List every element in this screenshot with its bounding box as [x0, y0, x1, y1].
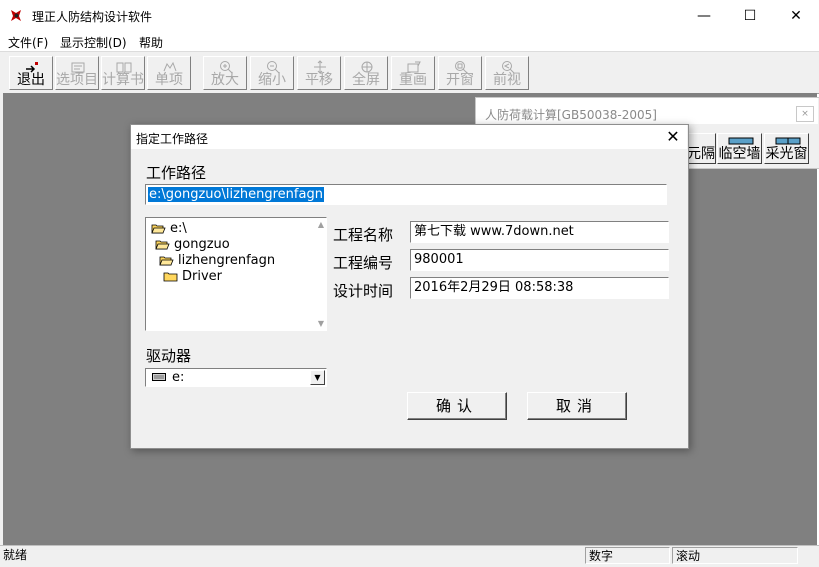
toolbar-label: 缩小 — [258, 72, 286, 88]
menu-help[interactable]: 帮助 — [139, 34, 163, 51]
work-path-input[interactable]: e:\gongzuo\lizhengrenfagn — [145, 184, 667, 205]
status-num: 数字 — [585, 547, 670, 564]
pan-button[interactable]: 平移 — [297, 56, 341, 90]
design-time-label: 设计时间 — [333, 282, 394, 300]
previous-view-button[interactable]: 前视 — [485, 56, 529, 90]
window-icon — [775, 137, 801, 145]
child-button-label: 临空墙 — [718, 146, 761, 162]
minimize-button[interactable]: — — [681, 0, 727, 31]
work-path-label: 工作路径 — [146, 164, 207, 182]
chevron-down-icon[interactable]: ▼ — [310, 370, 325, 385]
load-calc-window-title: 人防荷载计算[GB50038-2005] — [485, 108, 657, 122]
menu-bar: 文件(F) 显示控制(D) 帮助 — [0, 31, 819, 51]
project-name-input[interactable]: 第七下载 www.7down.net — [410, 221, 669, 243]
dialog-close-button[interactable]: ✕ — [661, 125, 685, 149]
tree-item-label: Driver — [182, 269, 223, 284]
project-name-label: 工程名称 — [333, 226, 394, 244]
fullscreen-button[interactable]: 全屏 — [344, 56, 388, 90]
exit-button[interactable]: 退出 — [9, 56, 53, 90]
app-logo-icon — [9, 8, 24, 23]
toolbar-label: 放大 — [211, 72, 239, 88]
toolbar-label: 开窗 — [446, 72, 474, 88]
drive-value: e: — [172, 370, 185, 385]
open-folder-icon — [151, 224, 166, 234]
tree-item-label: e:\ — [170, 221, 187, 236]
design-time-input[interactable]: 2016年2月29日 08:58:38 — [410, 277, 669, 299]
toolbar: 退出 选项目 计算书 单项 放大 缩小 平移 全屏 重画 开窗 前视 — [0, 51, 819, 94]
tree-item-driver[interactable]: Driver — [163, 269, 222, 284]
tree-item-lizhengrenfagn[interactable]: lizhengrenfagn — [159, 253, 275, 268]
load-calc-close-button[interactable]: × — [796, 106, 814, 122]
maximize-button[interactable]: ☐ — [727, 0, 773, 31]
work-path-value: e:\gongzuo\lizhengrenfagn — [148, 187, 324, 202]
folder-icon — [163, 272, 178, 282]
wall-icon — [728, 137, 754, 145]
partition-button[interactable]: 元隔 — [686, 133, 716, 164]
close-button[interactable]: ✕ — [773, 0, 819, 31]
open-folder-icon — [155, 240, 170, 250]
window-title: 理正人防结构设计软件 — [32, 10, 153, 24]
drive-label: 驱动器 — [146, 347, 192, 365]
menu-display-control[interactable]: 显示控制(D) — [60, 34, 127, 51]
cancel-button[interactable]: 取消 — [527, 392, 627, 420]
tree-item-gongzuo[interactable]: gongzuo — [155, 237, 230, 252]
project-number-input[interactable]: 980001 — [410, 249, 669, 271]
child-button-label: 元隔 — [687, 146, 715, 162]
exposed-wall-button[interactable]: 临空墙 — [717, 133, 762, 164]
drive-icon — [152, 373, 166, 381]
toolbar-label: 计算书 — [102, 72, 144, 88]
tree-item-label: lizhengrenfagn — [178, 253, 276, 268]
tree-item-root[interactable]: e:\ — [151, 221, 187, 236]
zoom-in-button[interactable]: 放大 — [203, 56, 247, 90]
tree-item-label: gongzuo — [174, 237, 230, 252]
open-window-button[interactable]: 开窗 — [438, 56, 482, 90]
open-folder-icon — [159, 256, 174, 266]
toolbar-label: 全屏 — [352, 72, 380, 88]
project-number-label: 工程编号 — [333, 254, 394, 272]
report-button[interactable]: 计算书 — [101, 56, 145, 90]
scroll-down-icon[interactable]: ▼ — [318, 319, 324, 328]
toolbar-label: 平移 — [305, 72, 333, 88]
skylight-window-button[interactable]: 采光窗 — [764, 133, 809, 164]
drive-select[interactable]: e: ▼ — [145, 368, 327, 387]
toolbar-label: 单项 — [155, 72, 183, 88]
select-project-button[interactable]: 选项目 — [55, 56, 99, 90]
single-item-button[interactable]: 单项 — [147, 56, 191, 90]
scroll-up-icon[interactable]: ▲ — [318, 220, 324, 229]
redraw-button[interactable]: 重画 — [391, 56, 435, 90]
toolbar-label: 前视 — [493, 72, 521, 88]
ok-button[interactable]: 确认 — [407, 392, 507, 420]
toolbar-label: 选项目 — [56, 72, 98, 88]
directory-tree[interactable]: e:\ gongzuo lizhengrenfagn Driver ▲ ▼ — [145, 217, 327, 331]
child-button-label: 采光窗 — [765, 146, 808, 162]
status-scroll: 滚动 — [672, 547, 798, 564]
dialog-title: 指定工作路径 — [136, 132, 209, 146]
menu-file[interactable]: 文件(F) — [8, 34, 48, 51]
dialog-titlebar — [131, 125, 687, 149]
zoom-out-button[interactable]: 缩小 — [250, 56, 294, 90]
toolbar-label: 退出 — [17, 72, 45, 88]
status-ready: 就绪 — [3, 548, 28, 562]
toolbar-label: 重画 — [399, 72, 427, 88]
